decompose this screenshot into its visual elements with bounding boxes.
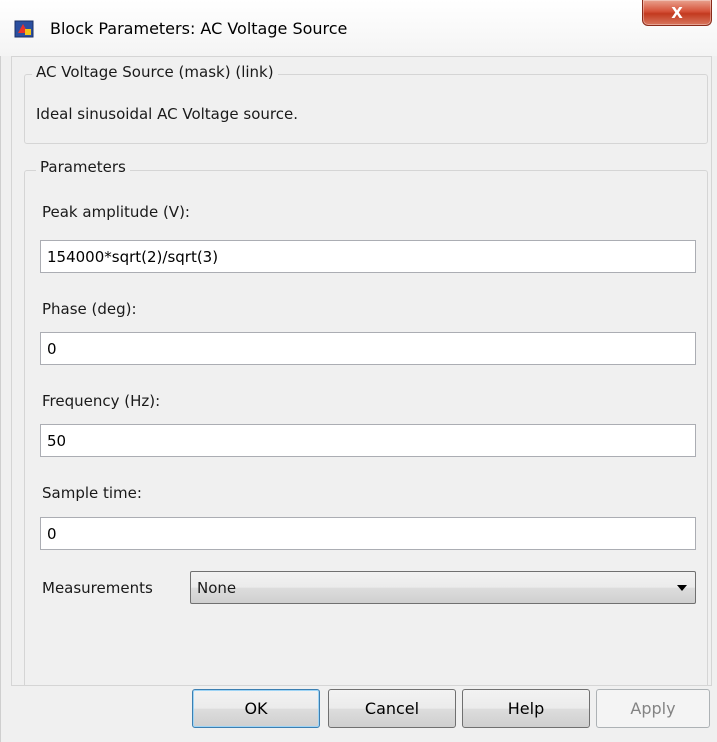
mask-description: Ideal sinusoidal AC Voltage source. bbox=[36, 105, 298, 123]
cancel-button[interactable]: Cancel bbox=[328, 689, 456, 728]
frequency-input[interactable] bbox=[40, 424, 696, 457]
measurements-label: Measurements bbox=[42, 579, 153, 597]
measurements-select[interactable]: None bbox=[190, 571, 696, 604]
window-title: Block Parameters: AC Voltage Source bbox=[50, 19, 348, 38]
simulink-block-icon[interactable] bbox=[14, 20, 34, 38]
ok-button[interactable]: OK bbox=[192, 689, 320, 728]
frequency-label: Frequency (Hz): bbox=[42, 392, 161, 410]
peak-amplitude-input[interactable] bbox=[40, 240, 696, 273]
apply-button[interactable]: Apply bbox=[596, 689, 710, 728]
help-button[interactable]: Help bbox=[462, 689, 590, 728]
peak-amplitude-label: Peak amplitude (V): bbox=[42, 203, 190, 221]
sample-time-input[interactable] bbox=[40, 517, 696, 550]
parameters-title: Parameters bbox=[36, 158, 130, 176]
sample-time-label: Sample time: bbox=[42, 484, 142, 502]
mask-title: AC Voltage Source (mask) (link) bbox=[32, 63, 278, 81]
close-icon: X bbox=[671, 3, 683, 22]
chevron-down-icon[interactable] bbox=[677, 585, 687, 591]
measurements-selected-value: None bbox=[197, 578, 237, 597]
phase-label: Phase (deg): bbox=[42, 300, 137, 318]
close-button[interactable]: X bbox=[642, 0, 712, 26]
title-bar: Block Parameters: AC Voltage Source X bbox=[0, 0, 717, 56]
phase-input[interactable] bbox=[40, 332, 696, 365]
